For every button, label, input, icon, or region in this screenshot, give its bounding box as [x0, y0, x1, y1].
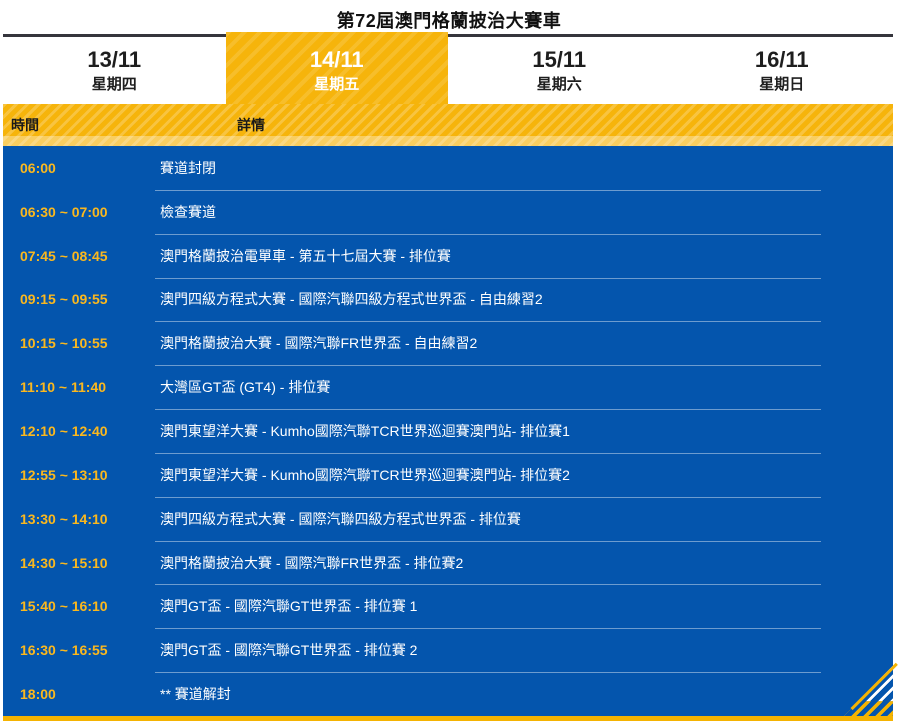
tab-weekday: 星期四	[92, 77, 137, 92]
schedule-row: 14:30 ~ 15:10 澳門格蘭披治大賽 - 國際汽聯FR世界盃 - 排位賽…	[3, 541, 893, 585]
event-details: 澳門格蘭披治電單車 - 第五十七屆大賽 - 排位賽	[160, 246, 893, 266]
schedule-table: 06:00 賽道封閉 06:30 ~ 07:00 檢查賽道 07:45 ~ 08…	[3, 146, 893, 716]
event-time: 11:10 ~ 11:40	[3, 379, 160, 395]
tab-date: 13/11	[87, 49, 141, 71]
date-tab-16-11[interactable]: 16/11 星期日	[671, 37, 894, 104]
event-details: 賽道封閉	[160, 158, 893, 178]
schedule-row: 06:30 ~ 07:00 檢查賽道	[3, 190, 893, 234]
schedule-row: 13:30 ~ 14:10 澳門四級方程式大賽 - 國際汽聯四級方程式世界盃 -…	[3, 497, 893, 541]
schedule-row: 12:10 ~ 12:40 澳門東望洋大賽 - Kumho國際汽聯TCR世界巡迴…	[3, 409, 893, 453]
schedule-row: 11:10 ~ 11:40 大灣區GT盃 (GT4) - 排位賽	[3, 365, 893, 409]
event-time: 07:45 ~ 08:45	[3, 248, 160, 264]
event-time: 13:30 ~ 14:10	[3, 511, 160, 527]
event-details: 檢查賽道	[160, 202, 893, 222]
tab-date: 16/11	[755, 49, 809, 71]
event-time: 15:40 ~ 16:10	[3, 598, 160, 614]
tab-weekday: 星期五	[314, 77, 359, 92]
event-time: 12:55 ~ 13:10	[3, 467, 160, 483]
column-header-bar: 時間 詳情	[3, 104, 893, 146]
schedule-row: 09:15 ~ 09:55 澳門四級方程式大賽 - 國際汽聯四級方程式世界盃 -…	[3, 278, 893, 322]
event-details: 澳門GT盃 - 國際汽聯GT世界盃 - 排位賽 2	[160, 640, 893, 660]
column-header-details: 詳情	[237, 109, 265, 141]
page-title: 第72屆澳門格蘭披治大賽車	[0, 6, 898, 34]
schedule-row: 16:30 ~ 16:55 澳門GT盃 - 國際汽聯GT世界盃 - 排位賽 2	[3, 628, 893, 672]
schedule-row: 10:15 ~ 10:55 澳門格蘭披治大賽 - 國際汽聯FR世界盃 - 自由練…	[3, 321, 893, 365]
event-details: 澳門格蘭披治大賽 - 國際汽聯FR世界盃 - 排位賽2	[160, 553, 893, 573]
schedule-row: 06:00 賽道封閉	[3, 146, 893, 190]
event-details: ** 賽道解封	[160, 684, 893, 704]
event-time: 06:00	[3, 160, 160, 176]
event-time: 09:15 ~ 09:55	[3, 291, 160, 307]
event-details: 澳門GT盃 - 國際汽聯GT世界盃 - 排位賽 1	[160, 596, 893, 616]
tab-date: 14/11	[310, 49, 364, 71]
date-tab-13-11[interactable]: 13/11 星期四	[3, 37, 226, 104]
event-details: 澳門東望洋大賽 - Kumho國際汽聯TCR世界巡迴賽澳門站- 排位賽1	[160, 421, 893, 441]
schedule-row: 12:55 ~ 13:10 澳門東望洋大賽 - Kumho國際汽聯TCR世界巡迴…	[3, 453, 893, 497]
event-details: 澳門四級方程式大賽 - 國際汽聯四級方程式世界盃 - 自由練習2	[160, 289, 893, 309]
event-time: 16:30 ~ 16:55	[3, 642, 160, 658]
date-tab-14-11[interactable]: 14/11 星期五	[226, 32, 449, 104]
event-time: 06:30 ~ 07:00	[3, 204, 160, 220]
date-tabs: 13/11 星期四 14/11 星期五 15/11 星期六 16/11 星期日	[3, 37, 893, 104]
event-time: 12:10 ~ 12:40	[3, 423, 160, 439]
event-details: 澳門東望洋大賽 - Kumho國際汽聯TCR世界巡迴賽澳門站- 排位賽2	[160, 465, 893, 485]
tab-weekday: 星期日	[759, 77, 804, 92]
tab-date: 15/11	[532, 49, 586, 71]
tab-weekday: 星期六	[537, 77, 582, 92]
schedule-row: 18:00 ** 賽道解封	[3, 672, 893, 716]
bottom-gold-bar	[3, 716, 893, 721]
event-time: 18:00	[3, 686, 160, 702]
event-details: 澳門格蘭披治大賽 - 國際汽聯FR世界盃 - 自由練習2	[160, 333, 893, 353]
column-header-time: 時間	[11, 109, 39, 141]
event-details: 大灣區GT盃 (GT4) - 排位賽	[160, 377, 893, 397]
event-time: 14:30 ~ 15:10	[3, 555, 160, 571]
event-details: 澳門四級方程式大賽 - 國際汽聯四級方程式世界盃 - 排位賽	[160, 509, 893, 529]
schedule-row: 07:45 ~ 08:45 澳門格蘭披治電單車 - 第五十七屆大賽 - 排位賽	[3, 234, 893, 278]
schedule-row: 15:40 ~ 16:10 澳門GT盃 - 國際汽聯GT世界盃 - 排位賽 1	[3, 584, 893, 628]
macau-gp-schedule-page: 第72屆澳門格蘭披治大賽車 13/11 星期四 14/11 星期五 15/11 …	[0, 0, 898, 725]
event-time: 10:15 ~ 10:55	[3, 335, 160, 351]
date-tab-15-11[interactable]: 15/11 星期六	[448, 37, 671, 104]
